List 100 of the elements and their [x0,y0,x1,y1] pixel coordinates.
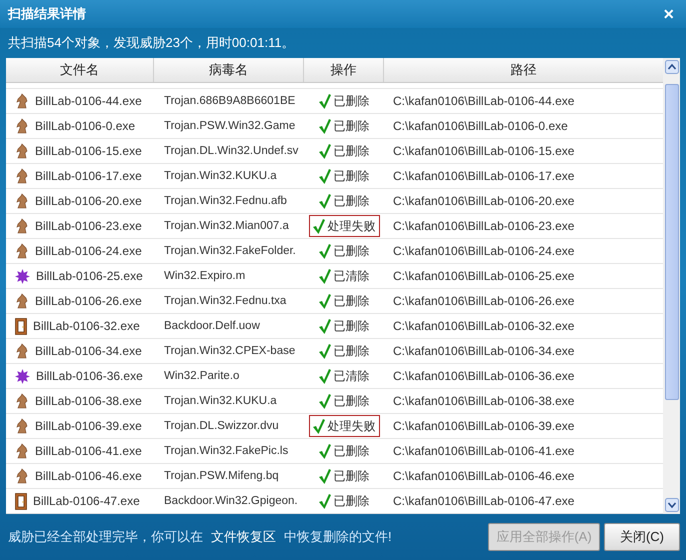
action-status: 已删除 [318,340,370,362]
recovery-link[interactable]: 文件恢复区 [211,527,276,547]
table-cell: Backdoor.Win32.Gpigeon. [164,495,298,508]
action-status: 已删除 [318,440,370,462]
horse-icon [15,468,29,484]
check-icon [318,168,330,184]
horse-icon [15,218,29,234]
table-cell-text: BillLab-0106-20.exe [35,193,142,210]
check-icon [318,494,330,508]
horse-icon [15,418,29,434]
table-cell: Trojan.Win32.Mian007.a [164,220,289,232]
table-cell: C:\kafan0106\BillLab-0106-15.exe [393,144,574,158]
door-icon [15,318,27,334]
horse-icon [15,143,29,159]
door-icon [15,492,27,510]
check-icon [318,444,330,458]
table-cell: Trojan.Win32.KUKU.a [164,395,277,408]
action-status: 已删除 [318,240,370,262]
column-header[interactable]: 操作 [304,58,384,82]
action-status: 已删除 [318,290,370,312]
scrollbar[interactable] [663,58,680,514]
action-status: 处理失败 [308,215,380,237]
dialog-button[interactable]: 关闭(C) [604,523,680,551]
horse-icon [15,168,29,184]
scroll-down-icon[interactable] [664,498,678,512]
action-status: 已删除 [318,165,370,187]
table-row[interactable]: BillLab-0106-47.exe Backdoor.Win32.Gpigeon. 已删除 C:\kafan0106\BillLab-0106-47.exe [6,489,663,514]
action-status: 已删除 [318,315,370,337]
table-cell: C:\kafan0106\BillLab-0106-41.exe [393,444,574,458]
table-cell: C:\kafan0106\BillLab-0106-36.exe [393,369,574,383]
table-cell: Trojan.DL.Win32.Undef.sv [164,145,298,158]
table-cell: C:\kafan0106\BillLab-0106-39.exe [393,419,574,433]
table-cell: Trojan.Win32.Fednu.afb [164,195,287,208]
table-row[interactable]: BillLab-0106-26.exe Trojan.Win32.Fednu.txa 已删除 C:\kafan0106\BillLab-0106-26.exe [6,289,663,314]
table-cell: Trojan.Win32.FakePic.ls [164,445,288,458]
table-row[interactable]: BillLab-0106-36.exe Win32.Parite.o 已清除 C:\kafan0106\BillLab-0106-36.exe [6,364,663,389]
horse-icon [15,343,29,359]
check-icon [318,294,330,308]
table-cell-text: BillLab-0106-25.exe [36,268,143,285]
table-cell-text: BillLab-0106-39.exe [35,418,142,435]
table-row[interactable]: BillLab-0106-15.exe Trojan.DL.Win32.Undef.sv 已删除 C:\kafan0106\BillLab-0106-15.exe [6,139,663,164]
horse-icon [15,443,29,459]
table-row[interactable]: BillLab-0106-32.exe Backdoor.Delf.uow 已删除 C:\kafan0106\BillLab-0106-32.exe [6,314,663,339]
table-row[interactable]: BillLab-0106-25.exe Win32.Expiro.m 已清除 C:\kafan0106\BillLab-0106-25.exe [6,264,663,289]
table-cell: Win32.Parite.o [164,370,240,382]
virus-icon [15,268,30,284]
table-row[interactable]: BillLab-0106-17.exe Trojan.Win32.KUKU.a 已删除 C:\kafan0106\BillLab-0106-17.exe [6,164,663,189]
table-row[interactable]: BillLab-0106-44.exe Trojan.686B9A8B6601BE 已删除 C:\kafan0106\BillLab-0106-44.exe [6,89,663,114]
action-status: 已删除 [318,490,370,512]
table-cell-text: BillLab-0106-26.exe [35,293,142,310]
horse-icon [15,393,29,409]
table-row[interactable]: BillLab-0106-38.exe Trojan.Win32.KUKU.a 已删除 C:\kafan0106\BillLab-0106-38.exe [6,389,663,414]
horse-icon [15,243,29,259]
check-icon [318,244,330,258]
action-status: 处理失败 [308,415,380,437]
table-cell-text: BillLab-0106-0.exe [35,118,136,135]
table-row[interactable]: BillLab-0106-20.exe Trojan.Win32.Fednu.afb 已删除 C:\kafan0106\BillLab-0106-20.exe [6,189,663,214]
table-cell: C:\kafan0106\BillLab-0106-0.exe [393,119,568,133]
table-row[interactable]: BillLab-0106-24.exe Trojan.Win32.FakeFolder. 已删除 C:\kafan0106\BillLab-0106-24.exe [6,239,663,264]
action-status: 已删除 [318,390,370,412]
scroll-thumb[interactable] [664,84,678,400]
check-icon [318,94,330,108]
action-status: 已删除 [318,115,370,137]
window-title: 扫描结果详情 [8,5,86,24]
table-cell: C:\kafan0106\BillLab-0106-32.exe [393,319,574,333]
check-icon [318,118,330,134]
close-button[interactable]: × [659,5,678,23]
action-status: 已删除 [318,140,370,162]
table-cell: Win32.Expiro.m [164,270,246,282]
table-cell: C:\kafan0106\BillLab-0106-47.exe [393,494,574,508]
horse-icon [15,118,29,134]
table-row[interactable]: BillLab-0106-34.exe Trojan.Win32.CPEX-base 已删除 C:\kafan0106\BillLab-0106-34.exe [6,339,663,364]
table-row[interactable]: BillLab-0106-46.exe Trojan.PSW.Mifeng.bq 已删除 C:\kafan0106\BillLab-0106-46.exe [6,464,663,489]
table-cell: C:\kafan0106\BillLab-0106-17.exe [393,169,574,183]
check-icon [318,194,330,208]
table-cell: Trojan.PSW.Win32.Game [164,120,296,132]
check-icon [318,144,330,158]
table-row[interactable]: BillLab-0106-39.exe Trojan.DL.Swizzor.dvu 处理失败 C:\kafan0106\BillLab-0106-39.exe [6,414,663,439]
check-icon [312,418,324,434]
check-icon [318,394,330,408]
table-row[interactable]: BillLab-0106-0.exe Trojan.PSW.Win32.Game 已删除 C:\kafan0106\BillLab-0106-0.exe [6,114,663,139]
check-icon [318,318,330,334]
table-row[interactable]: BillLab-0106-41.exe Trojan.Win32.FakePic.ls 已删除 C:\kafan0106\BillLab-0106-41.exe [6,439,663,464]
table-cell: Trojan.686B9A8B6601BE [164,95,296,108]
column-header[interactable]: 路径 [384,58,663,82]
action-status: 已清除 [318,365,370,387]
table-cell: Backdoor.Delf.uow [164,320,260,332]
table-cell-text: BillLab-0106-34.exe [35,343,142,360]
table-cell: Trojan.DL.Swizzor.dvu [164,420,279,432]
table-cell-text: BillLab-0106-36.exe [36,368,143,385]
column-header[interactable]: 病毒名 [154,58,304,82]
check-icon [318,344,330,358]
table-cell-text: BillLab-0106-41.exe [35,443,142,460]
table-cell: Trojan.Win32.Fednu.txa [164,295,286,308]
table-cell: C:\kafan0106\BillLab-0106-34.exe [393,344,574,358]
table-cell-text: BillLab-0106-38.exe [35,393,142,410]
check-icon [312,218,324,234]
table-row[interactable]: BillLab-0106-23.exe Trojan.Win32.Mian007.a 处理失败 C:\kafan0106\BillLab-0106-23.exe [6,214,663,239]
scroll-up-icon[interactable] [664,60,678,74]
column-header[interactable]: 文件名 [6,58,154,82]
